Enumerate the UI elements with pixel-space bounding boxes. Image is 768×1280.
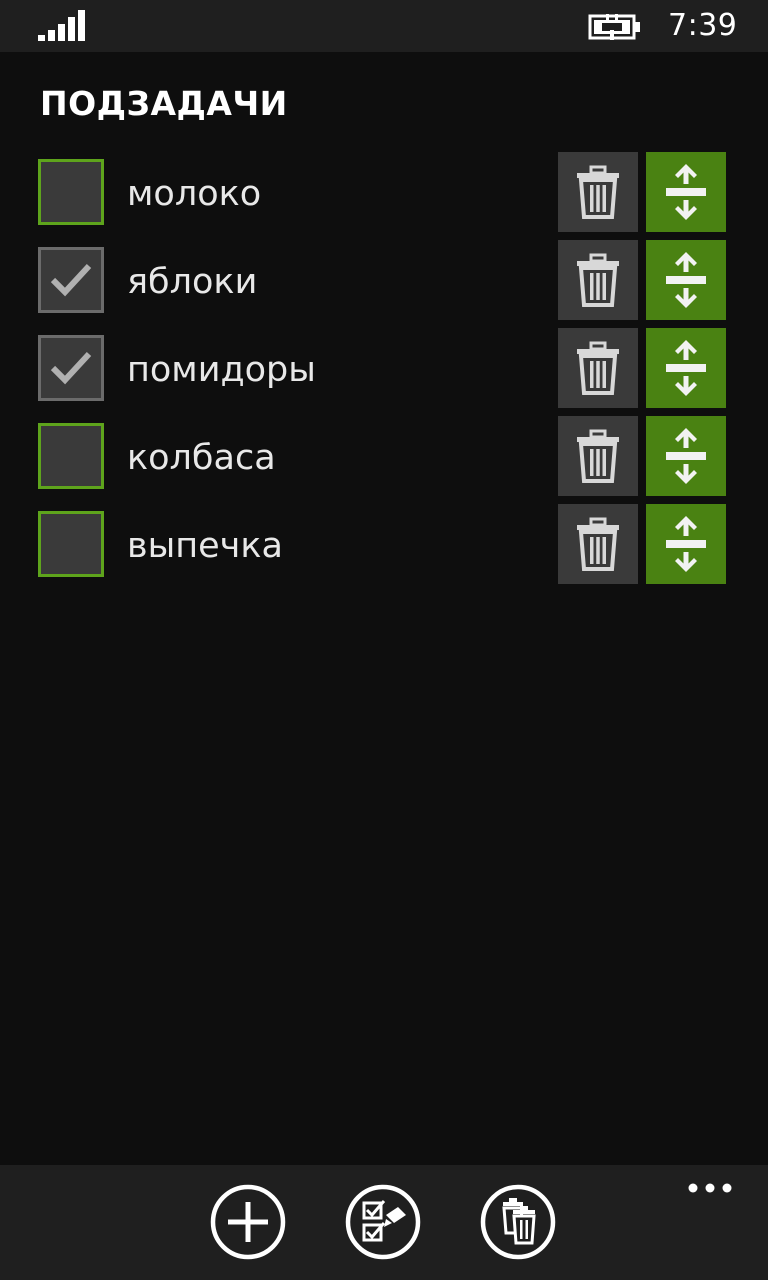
delete-task-button[interactable] <box>558 416 638 496</box>
trash-icon <box>577 429 619 483</box>
reorder-task-button[interactable] <box>646 328 726 408</box>
delete-all-icon <box>480 1184 556 1260</box>
delete-all-button[interactable] <box>479 1183 557 1261</box>
task-row: помидоры <box>0 328 768 416</box>
trash-icon <box>577 517 619 571</box>
task-checkbox[interactable] <box>38 159 104 225</box>
battery-charging-icon <box>588 14 640 40</box>
reorder-icon <box>666 164 706 220</box>
reorder-task-button[interactable] <box>646 152 726 232</box>
reorder-icon <box>666 252 706 308</box>
reorder-icon <box>666 516 706 572</box>
task-label[interactable]: помидоры <box>127 348 316 392</box>
delete-task-button[interactable] <box>558 240 638 320</box>
task-label[interactable]: молоко <box>127 172 261 216</box>
reorder-icon <box>666 428 706 484</box>
reorder-task-button[interactable] <box>646 416 726 496</box>
trash-icon <box>577 253 619 307</box>
edit-checklist-button[interactable] <box>344 1183 422 1261</box>
task-label[interactable]: выпечка <box>127 524 283 568</box>
add-icon <box>210 1184 286 1260</box>
checklist-edit-icon <box>345 1184 421 1260</box>
task-label[interactable]: колбаса <box>127 436 276 480</box>
app-bar <box>0 1165 768 1280</box>
delete-task-button[interactable] <box>558 328 638 408</box>
task-checkbox[interactable] <box>38 335 104 401</box>
trash-icon <box>577 165 619 219</box>
status-bar: 7:39 <box>0 0 768 52</box>
checkmark-icon <box>50 263 92 297</box>
signal-strength-icon <box>38 10 85 41</box>
subtask-list: молоко яблоки помидоры колбаса выпечка <box>0 152 768 592</box>
more-dots-icon[interactable] <box>688 1175 732 1201</box>
reorder-task-button[interactable] <box>646 504 726 584</box>
task-row: яблоки <box>0 240 768 328</box>
task-row: выпечка <box>0 504 768 592</box>
add-button[interactable] <box>209 1183 287 1261</box>
reorder-task-button[interactable] <box>646 240 726 320</box>
checkmark-icon <box>50 351 92 385</box>
task-row: молоко <box>0 152 768 240</box>
delete-task-button[interactable] <box>558 152 638 232</box>
status-time: 7:39 <box>668 8 738 43</box>
reorder-icon <box>666 340 706 396</box>
task-checkbox[interactable] <box>38 423 104 489</box>
page-title: ПОДЗАДАЧИ <box>40 84 288 123</box>
delete-task-button[interactable] <box>558 504 638 584</box>
subtasks-page: 7:39 ПОДЗАДАЧИ молоко яблоки помидоры колба… <box>0 0 768 1280</box>
task-checkbox[interactable] <box>38 247 104 313</box>
task-checkbox[interactable] <box>38 511 104 577</box>
trash-icon <box>577 341 619 395</box>
task-row: колбаса <box>0 416 768 504</box>
task-label[interactable]: яблоки <box>127 260 257 304</box>
